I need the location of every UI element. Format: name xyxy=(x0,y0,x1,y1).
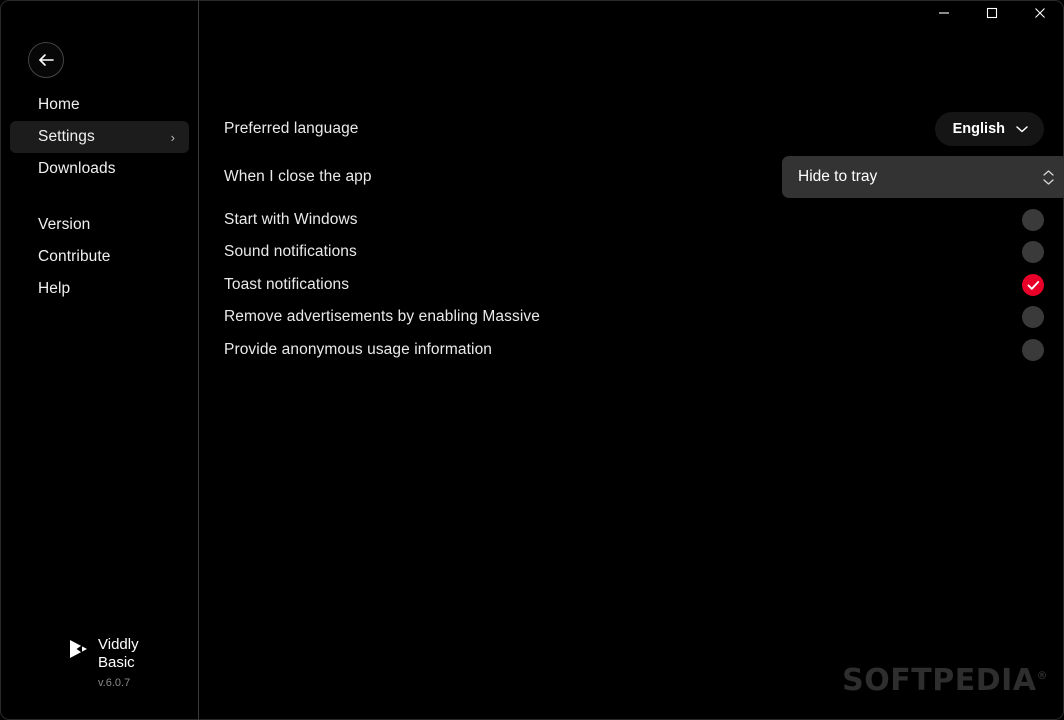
sidebar-item-label: Downloads xyxy=(38,160,116,177)
toggle-label: Provide anonymous usage information xyxy=(224,341,493,358)
row-toast-notifications: Toast notifications xyxy=(224,274,1044,296)
sidebar-nav: Home Settings › Downloads Version Contri… xyxy=(0,89,199,305)
row-preferred-language: Preferred language English xyxy=(224,112,1044,146)
sidebar-item-contribute[interactable]: Contribute xyxy=(10,241,189,273)
toggle-label: Sound notifications xyxy=(224,243,357,260)
sidebar-item-version[interactable]: Version xyxy=(10,209,189,241)
stepper-arrows-icon xyxy=(1043,169,1064,185)
checkbox-sound-notifications[interactable] xyxy=(1022,241,1044,263)
checkbox-remove-advertisements[interactable] xyxy=(1022,306,1044,328)
softpedia-watermark: SOFTPEDIA® xyxy=(842,663,1048,698)
close-button[interactable] xyxy=(1016,0,1064,26)
settings-panel: Preferred language English When I close … xyxy=(200,0,1064,720)
checkbox-anonymous-usage[interactable] xyxy=(1022,339,1044,361)
nav-group-divider xyxy=(0,185,199,209)
toggle-label: Toast notifications xyxy=(224,276,350,293)
checkbox-toast-notifications[interactable] xyxy=(1022,274,1044,296)
language-dropdown[interactable]: English xyxy=(934,112,1044,146)
minimize-button[interactable] xyxy=(920,0,968,26)
sidebar-item-label: Contribute xyxy=(38,248,111,265)
sidebar: Home Settings › Downloads Version Contri… xyxy=(0,0,199,720)
close-icon xyxy=(1034,7,1046,19)
app-window: Home Settings › Downloads Version Contri… xyxy=(0,0,1064,720)
maximize-icon xyxy=(986,7,998,19)
close-app-value: Hide to tray xyxy=(798,168,878,185)
back-arrow-icon xyxy=(37,52,55,68)
toggle-label: Remove advertisements by enabling Massiv… xyxy=(224,308,540,325)
checkmark-icon xyxy=(1027,280,1040,291)
language-value: English xyxy=(952,121,1005,137)
app-name: Viddly Basic xyxy=(98,636,139,671)
back-button[interactable] xyxy=(28,42,64,78)
sidebar-item-label: Version xyxy=(38,216,91,233)
minimize-icon xyxy=(938,7,950,19)
play-triangle-icon xyxy=(68,639,90,664)
chevron-right-icon: › xyxy=(170,129,175,145)
row-anonymous-usage: Provide anonymous usage information xyxy=(224,339,1044,361)
row-close-app: When I close the app Hide to tray xyxy=(224,156,1064,198)
watermark-registered-mark: ® xyxy=(1036,669,1048,682)
row-start-with-windows: Start with Windows xyxy=(224,209,1044,231)
row-remove-advertisements: Remove advertisements by enabling Massiv… xyxy=(224,306,1044,328)
app-branding: Viddly Basic v.6.0.7 xyxy=(68,636,156,692)
sidebar-item-downloads[interactable]: Downloads xyxy=(10,153,189,185)
close-app-label: When I close the app xyxy=(224,168,372,185)
close-app-select[interactable]: Hide to tray xyxy=(782,156,1064,198)
toggle-label: Start with Windows xyxy=(224,211,358,228)
sidebar-item-label: Home xyxy=(38,96,80,113)
app-version: v.6.0.7 xyxy=(98,677,131,689)
row-sound-notifications: Sound notifications xyxy=(224,241,1044,263)
checkbox-start-with-windows[interactable] xyxy=(1022,209,1044,231)
title-bar xyxy=(0,0,1064,26)
sidebar-item-settings[interactable]: Settings › xyxy=(10,121,189,153)
sidebar-item-label: Settings xyxy=(38,128,95,145)
sidebar-item-home[interactable]: Home xyxy=(10,89,189,121)
watermark-text: SOFTPEDIA xyxy=(842,663,1037,698)
sidebar-item-label: Help xyxy=(38,280,71,297)
preferred-language-label: Preferred language xyxy=(224,120,359,137)
sidebar-item-help[interactable]: Help xyxy=(10,273,189,305)
maximize-button[interactable] xyxy=(968,0,1016,26)
chevron-down-icon xyxy=(1016,121,1028,137)
